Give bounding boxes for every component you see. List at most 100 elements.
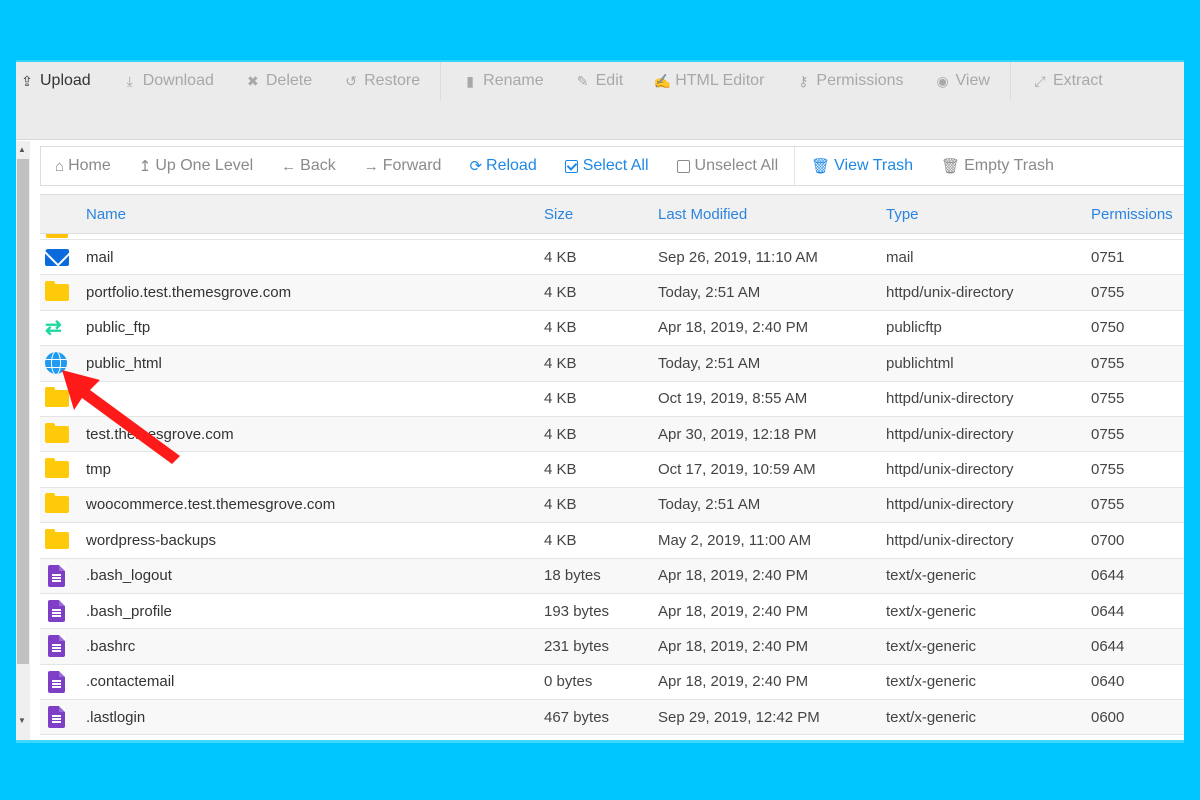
restore-button[interactable]: ↺ Restore bbox=[342, 72, 420, 90]
file-modified: Apr 30, 2019, 12:18 PM bbox=[658, 425, 817, 443]
rename-icon: ▮ bbox=[466, 72, 474, 89]
navigation-bar: ⌂ Home ↥ Up One Level ← Back → Forward ⟳ Relo… bbox=[40, 146, 1184, 186]
file-manager-window: ⇪ Upload ⤓ Download ✖ Delete ↺ Restore ▮ Rena… bbox=[16, 60, 1184, 740]
header-last-modified[interactable]: Last Modified bbox=[658, 206, 886, 223]
file-type: publicftp bbox=[886, 319, 942, 337]
table-row[interactable]: .contactemail 0 bytes Apr 18, 2019, 2:40 P… bbox=[40, 665, 1184, 701]
table-row[interactable]: tmp 4 KB Oct 17, 2019, 10:59 AM httpd/unix-… bbox=[40, 452, 1184, 488]
file-type: httpd/unix-directory bbox=[886, 425, 1014, 443]
arrow-right-icon: → bbox=[363, 157, 379, 175]
file-type: text/x-generic bbox=[886, 673, 977, 691]
edit-icon: ✎ bbox=[576, 72, 589, 89]
file-name: .lastlogin bbox=[86, 708, 146, 726]
table-row[interactable]: wordpress-backups 4 KB May 2, 2019, 11:00 … bbox=[40, 523, 1184, 559]
file-permissions: 0644 bbox=[1091, 567, 1125, 585]
select-all-button[interactable]: Select All bbox=[564, 157, 649, 175]
table-row[interactable]: portfolio.test.themesgrove.com 4 KB Today,… bbox=[40, 275, 1184, 311]
file-size: 231 bytes bbox=[544, 637, 610, 655]
upload-button[interactable]: ⇪ Upload bbox=[18, 72, 91, 90]
table-row[interactable]: .bashrc 231 bytes Apr 18, 2019, 2:40 PM tex… bbox=[40, 629, 1184, 665]
file-icon bbox=[48, 564, 65, 587]
table-row[interactable]: .bash_logout 18 bytes Apr 18, 2019, 2:40 P… bbox=[40, 558, 1184, 594]
edit-button[interactable]: ✎ Edit bbox=[574, 72, 623, 90]
extract-button[interactable]: ⤢ Extract bbox=[1031, 72, 1102, 90]
table-row[interactable]: .bash_profile 193 bytes Apr 18, 2019, 2:40… bbox=[40, 594, 1184, 630]
header-name[interactable]: Name bbox=[86, 206, 544, 223]
file-icon bbox=[48, 706, 65, 729]
empty-trash-button[interactable]: 🗑 Empty Trash bbox=[941, 157, 1054, 175]
home-button[interactable]: ⌂ Home bbox=[55, 157, 111, 175]
key-icon: ⚷ bbox=[798, 72, 809, 89]
permissions-button[interactable]: ⚷ Permissions bbox=[794, 72, 903, 90]
file-permissions: 0755 bbox=[1091, 354, 1125, 372]
file-permissions: 0644 bbox=[1091, 602, 1125, 620]
header-type[interactable]: Type bbox=[886, 206, 1091, 223]
file-permissions: 0755 bbox=[1091, 461, 1125, 479]
extract-icon: ⤢ bbox=[1034, 72, 1046, 89]
file-modified: Apr 18, 2019, 2:40 PM bbox=[658, 319, 809, 337]
file-type: httpd/unix-directory bbox=[886, 531, 1014, 549]
table-row[interactable]: test.themesgrove.com 4 KB Apr 30, 2019, 12… bbox=[40, 416, 1184, 453]
file-size: 4 KB bbox=[544, 461, 577, 479]
file-type: text/x-generic bbox=[886, 708, 977, 726]
folder-icon bbox=[45, 493, 69, 514]
view-button[interactable]: ◉ View bbox=[934, 72, 990, 90]
nav-divider bbox=[794, 147, 796, 185]
table-row[interactable]: mail 4 KB Sep 26, 2019, 11:10 AM mail 0751 bbox=[40, 240, 1184, 276]
file-permissions: 0644 bbox=[1091, 637, 1125, 655]
unselect-all-button[interactable]: Unselect All bbox=[676, 157, 778, 175]
file-permissions: 0600 bbox=[1091, 708, 1125, 726]
trash-icon: 🗑 bbox=[811, 158, 831, 175]
toolbar-divider bbox=[1009, 62, 1011, 100]
download-button[interactable]: ⤓ Download bbox=[121, 72, 214, 90]
rename-button[interactable]: ▮ Rename bbox=[461, 72, 543, 90]
table-row[interactable]: 4 KB Oct 19, 2019, 8:55 AM httpd/unix-dire… bbox=[40, 382, 1184, 417]
file-name: .bashrc bbox=[86, 637, 136, 655]
file-size: 18 bytes bbox=[544, 567, 601, 585]
up-one-level-button[interactable]: ↥ Up One Level bbox=[139, 157, 253, 175]
file-icon bbox=[48, 670, 65, 693]
table-row[interactable]: .lastlogin 467 bytes Sep 29, 2019, 12:42 P… bbox=[40, 700, 1184, 736]
table-row[interactable]: woocommerce.test.themesgrove.com 4 KB Toda… bbox=[40, 487, 1184, 524]
toolbar-divider bbox=[440, 62, 442, 100]
html-editor-button[interactable]: ✍ HTML Editor bbox=[653, 72, 764, 90]
vertical-scrollbar[interactable]: ▲ ▼ bbox=[16, 141, 30, 740]
file-type: publichtml bbox=[886, 354, 954, 372]
file-name: .bash_logout bbox=[86, 567, 172, 585]
file-modified: May 2, 2019, 11:00 AM bbox=[658, 531, 812, 549]
file-modified: Oct 17, 2019, 10:59 AM bbox=[658, 461, 816, 479]
trash-icon: 🗑 bbox=[941, 158, 961, 175]
file-permissions: 0700 bbox=[1091, 531, 1125, 549]
upload-icon: ⇪ bbox=[21, 72, 33, 89]
file-type: httpd/unix-directory bbox=[886, 461, 1014, 479]
file-size: 4 KB bbox=[544, 248, 577, 266]
header-permissions[interactable]: Permissions bbox=[1091, 206, 1184, 223]
file-modified: Apr 18, 2019, 2:40 PM bbox=[658, 602, 809, 620]
file-name: wordpress-backups bbox=[86, 531, 217, 549]
file-modified: Apr 18, 2019, 2:40 PM bbox=[658, 673, 809, 691]
transfer-icon: ⇄ bbox=[45, 316, 62, 339]
table-header: Name Size Last Modified Type Permissions bbox=[40, 194, 1184, 234]
scroll-up-icon[interactable]: ▲ bbox=[18, 145, 26, 154]
table-row[interactable]: ⇄ public_ftp 4 KB Apr 18, 2019, 2:40 PM publ… bbox=[40, 311, 1184, 347]
folder-icon bbox=[45, 458, 69, 479]
file-type: httpd/unix-directory bbox=[886, 284, 1014, 302]
scroll-down-icon[interactable]: ▼ bbox=[18, 716, 26, 725]
reload-button[interactable]: ⟳ Reload bbox=[469, 157, 536, 175]
table-row[interactable]: public_html 4 KB Today, 2:51 AM publichtml 0… bbox=[40, 346, 1184, 382]
view-trash-button[interactable]: 🗑 View Trash bbox=[811, 157, 913, 175]
file-name: test.themesgrove.com bbox=[86, 425, 234, 443]
file-table: Name Size Last Modified Type Permissions… bbox=[40, 194, 1184, 736]
file-modified: Apr 18, 2019, 2:40 PM bbox=[658, 567, 809, 585]
scrollbar-thumb[interactable] bbox=[17, 159, 29, 664]
html-editor-icon: ✍ bbox=[653, 72, 671, 89]
back-button[interactable]: ← Back bbox=[281, 157, 336, 175]
file-name: woocommerce.test.themesgrove.com bbox=[86, 496, 336, 514]
delete-button[interactable]: ✖ Delete bbox=[244, 72, 312, 90]
checkbox-empty-icon bbox=[676, 159, 690, 173]
folder-icon bbox=[45, 387, 69, 408]
forward-button[interactable]: → Forward bbox=[364, 157, 442, 175]
file-size: 4 KB bbox=[544, 284, 577, 302]
file-permissions: 0640 bbox=[1091, 673, 1125, 691]
header-size[interactable]: Size bbox=[544, 206, 658, 223]
